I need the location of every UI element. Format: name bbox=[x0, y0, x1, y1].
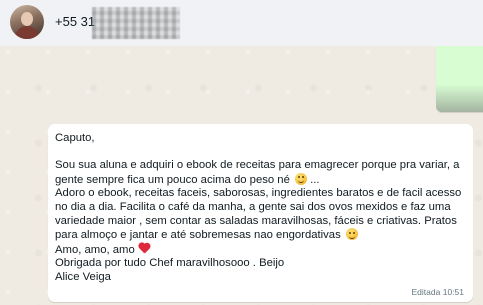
contact-avatar[interactable] bbox=[10, 5, 44, 39]
edited-label: Editada bbox=[411, 287, 441, 297]
message-line: Amo, amo, amo bbox=[55, 243, 467, 258]
outgoing-message-bubble[interactable] bbox=[436, 46, 483, 112]
redacted-phone-digits bbox=[92, 7, 180, 39]
message-text: Caputo, Sou sua aluna e adquiri o ebook … bbox=[55, 132, 467, 285]
smiling-face-emoji-icon bbox=[345, 228, 358, 241]
message-line: variedade maior , sem contar as saladas … bbox=[55, 214, 457, 227]
message-meta: Editada 10:51 bbox=[412, 287, 465, 297]
message-line: Alice Veiga bbox=[55, 270, 111, 283]
message-line: Adoro o ebook, receitas faceis, saborosa… bbox=[55, 187, 462, 200]
message-line: no dia a dia. Facilita o café da manha, … bbox=[55, 200, 451, 213]
red-heart-emoji-icon bbox=[138, 243, 150, 254]
message-line: Sou sua aluna e adquiri o ebook de recei… bbox=[55, 159, 460, 172]
message-line: para almoço e jantar e até sobremesas na… bbox=[55, 228, 467, 243]
chat-header[interactable]: +55 31 bbox=[0, 0, 483, 46]
winking-face-emoji-icon bbox=[295, 172, 308, 185]
contact-phone-number[interactable]: +55 31 bbox=[55, 14, 95, 29]
message-line: Caputo, bbox=[55, 132, 95, 144]
message-line: Obrigada por tudo Chef maravilhosooo . B… bbox=[55, 257, 285, 270]
message-time: 10:51 bbox=[442, 287, 464, 297]
incoming-message-bubble[interactable]: Caputo, Sou sua aluna e adquiri o ebook … bbox=[48, 124, 473, 302]
message-line: gente sempre fica um pouco acima do peso… bbox=[55, 172, 320, 186]
